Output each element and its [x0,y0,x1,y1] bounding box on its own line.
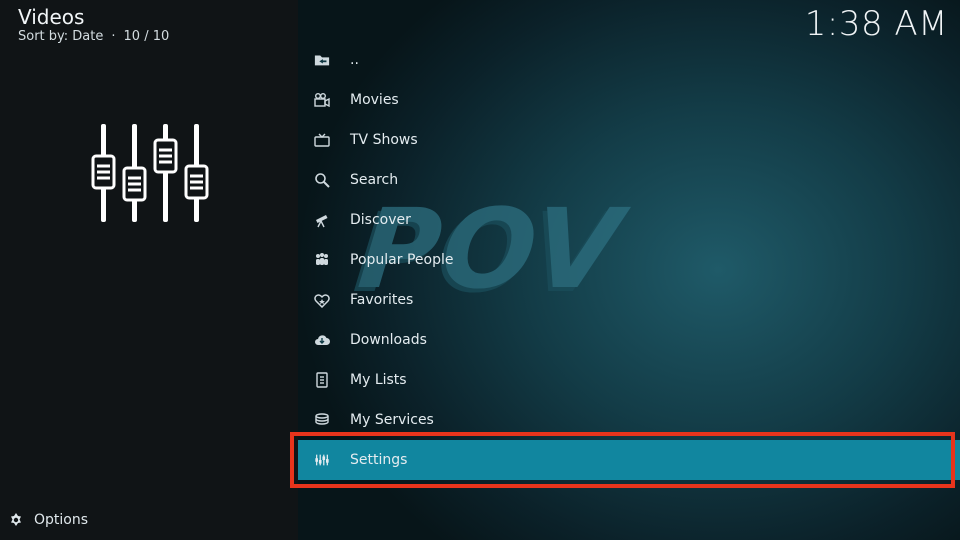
menu-item-label: Discover [350,212,411,228]
telescope-icon [314,212,330,228]
menu-item-label: My Lists [350,372,407,388]
menu-item-movies[interactable]: Movies [298,80,960,120]
menu-item-downloads[interactable]: Downloads [298,320,960,360]
left-panel [0,0,298,540]
heart-icon [314,292,330,308]
people-icon [314,252,330,268]
menu-item-label: Search [350,172,399,188]
page-title: Videos [18,5,85,29]
search-icon [314,172,330,188]
menu-item-discover[interactable]: Discover [298,200,960,240]
menu-item-settings[interactable]: Settings [298,440,960,480]
sort-label: Sort by: Date [18,29,104,44]
menu-item-tv-shows[interactable]: TV Shows [298,120,960,160]
menu-item-label: Downloads [350,332,427,348]
sliders-icon [314,452,330,468]
stack-icon [314,412,330,428]
video-menu: .. Movies TV Shows Search Discover Popul… [298,40,960,480]
gear-icon [8,512,24,528]
folder-back-icon [314,52,330,68]
menu-item-search[interactable]: Search [298,160,960,200]
clock: 1:38 AM [804,4,948,44]
menu-item-label: Popular People [350,252,454,268]
menu-item-label: .. [350,52,359,68]
menu-item-parent[interactable]: .. [298,40,960,80]
options-label: Options [34,512,89,528]
menu-item-my-lists[interactable]: My Lists [298,360,960,400]
item-count: 10 / 10 [123,29,170,44]
cloud-download-icon [314,332,330,348]
separator-dot: · [111,29,116,44]
menu-item-label: My Services [350,412,434,428]
sliders-large-icon [88,124,212,226]
menu-item-label: Movies [350,92,399,108]
menu-item-label: Favorites [350,292,414,308]
movie-camera-icon [314,92,330,108]
list-icon [314,372,330,388]
menu-item-label: TV Shows [350,132,418,148]
options-button[interactable]: Options [8,512,88,528]
menu-item-favorites[interactable]: Favorites [298,280,960,320]
sort-info[interactable]: Sort by: Date · 10 / 10 [18,29,169,44]
menu-item-label: Settings [350,452,408,468]
menu-item-my-services[interactable]: My Services [298,400,960,440]
tv-icon [314,132,330,148]
menu-item-popular-people[interactable]: Popular People [298,240,960,280]
